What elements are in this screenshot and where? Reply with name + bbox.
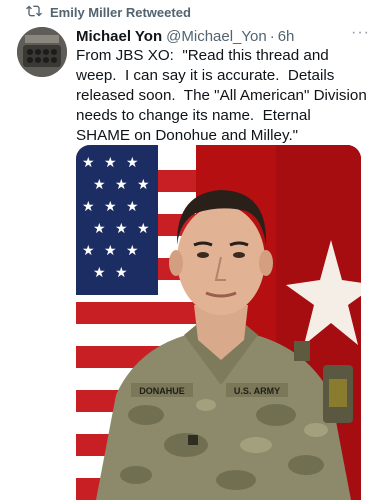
svg-text:★: ★ (104, 199, 117, 215)
branch-tape-text: U.S. ARMY (234, 386, 280, 396)
separator: · (269, 27, 275, 45)
tweet-header: Michael Yon @Michael_Yon · 6h (76, 25, 368, 47)
avatar[interactable] (17, 27, 67, 77)
name-tape-text: DONAHUE (139, 386, 185, 396)
svg-text:★: ★ (137, 177, 150, 193)
svg-text:★: ★ (126, 155, 139, 171)
photo-image: ★ ★ ★ ★ ★ ★ ★ ★ ★ ★ ★ ★ ★ ★ ★ ★ ★ DONAHU… (76, 145, 361, 500)
svg-text:★: ★ (104, 243, 117, 259)
svg-text:★: ★ (93, 265, 106, 281)
svg-text:★: ★ (82, 155, 95, 171)
retweet-icon (26, 3, 42, 22)
svg-text:★: ★ (93, 221, 106, 237)
svg-text:★: ★ (137, 221, 150, 237)
tweet-text: From JBS XO: "Read this thread and weep.… (76, 47, 371, 144)
tweet-photo[interactable]: ★ ★ ★ ★ ★ ★ ★ ★ ★ ★ ★ ★ ★ ★ ★ ★ ★ DONAHU… (76, 145, 361, 500)
retweet-label[interactable]: Emily Miller Retweeted (50, 5, 191, 20)
author-handle[interactable]: @Michael_Yon (166, 28, 267, 45)
more-options-icon[interactable]: ··· (351, 24, 370, 42)
svg-text:★: ★ (115, 221, 128, 237)
svg-text:★: ★ (93, 177, 106, 193)
svg-text:★: ★ (126, 243, 139, 259)
svg-text:★: ★ (82, 199, 95, 215)
svg-text:★: ★ (115, 177, 128, 193)
svg-text:★: ★ (104, 155, 117, 171)
svg-text:★: ★ (82, 243, 95, 259)
timestamp[interactable]: 6h (278, 28, 295, 45)
retweet-context: Emily Miller Retweeted (26, 3, 191, 21)
svg-text:★: ★ (115, 265, 128, 281)
author-name[interactable]: Michael Yon (76, 28, 162, 45)
svg-text:★: ★ (126, 199, 139, 215)
